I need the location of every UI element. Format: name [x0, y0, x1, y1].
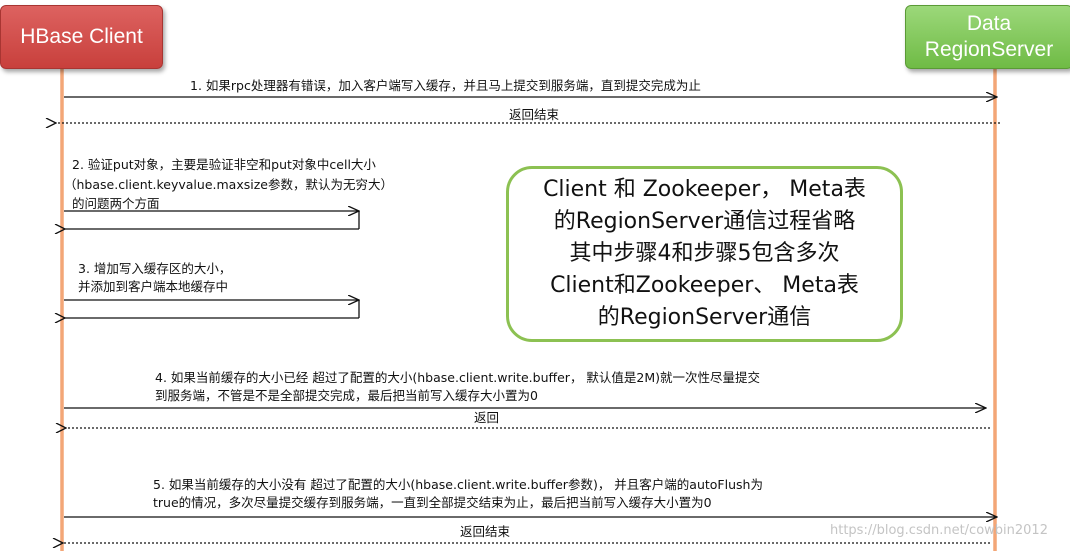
watermark-text: https://blog.csdn.net/cowbin2012 [830, 523, 1048, 538]
step2-label-line3: 的问题两个方面 [72, 196, 160, 211]
step5-label-line1: 5. 如果当前缓存的大小没有 超过了配置的大小(hbase.client.wri… [153, 477, 763, 492]
step3-label-line2: 并添加到客户端本地缓存中 [78, 279, 229, 294]
hbase-client-actor: HBase Client [0, 5, 163, 69]
omitted-communication-note: Client 和 Zookeeper， Meta表 的RegionServer通… [506, 166, 903, 342]
note-line5: 的RegionServer通信 [597, 304, 812, 330]
note-line1: Client 和 Zookeeper， Meta表 [543, 177, 866, 203]
step1-label: 1. 如果rpc处理器有错误，加入客户端写入缓存，并且马上提交到服务端，直到提交… [190, 78, 701, 93]
hbase-client-label: HBase Client [20, 24, 143, 48]
step4-return-label: 返回 [474, 410, 500, 425]
step5-return-label: 返回结束 [460, 524, 511, 539]
data-regionserver-label-line2: RegionServer [924, 38, 1054, 61]
step2-label-line1: 2. 验证put对象，主要是验证非空和put对象中cell大小 [72, 157, 376, 172]
step4-label-line2: 到服务端，不管是不是全部提交完成，最后把当前写入缓存大小置为0 [155, 388, 538, 403]
step2-label-line2: （hbase.client.keyvalue.maxsize参数，默认为无穷大） [64, 177, 393, 192]
step1-return-label: 返回结束 [509, 107, 560, 122]
note-line2: 的RegionServer通信过程省略 [553, 209, 856, 235]
note-line4: Client和Zookeeper、 Meta表 [550, 272, 859, 298]
step5-label-line2: true的情况，多次尽量提交缓存到服务端，一直到全部提交结束为止，最后把当前写入… [153, 495, 712, 510]
step4-label-line1: 4. 如果当前缓存的大小已经 超过了配置的大小(hbase.client.wri… [155, 370, 761, 385]
data-regionserver-label-line1: Data [966, 11, 1012, 35]
step3-label-line1: 3. 增加写入缓存区的大小， [78, 261, 232, 276]
data-regionserver-actor: Data RegionServer [905, 5, 1070, 69]
note-line3: 其中步骤4和步骤5包含多次 [569, 241, 840, 267]
